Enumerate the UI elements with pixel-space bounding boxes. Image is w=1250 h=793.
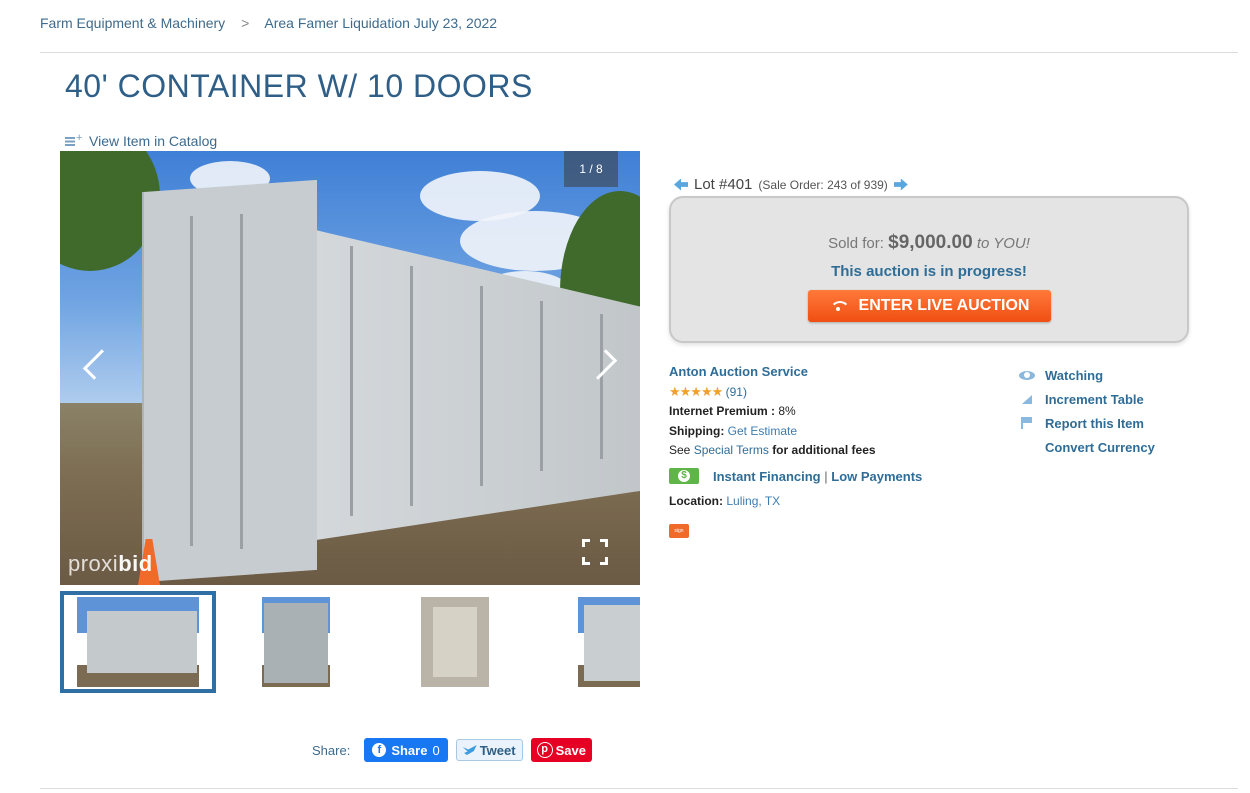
top-divider	[40, 52, 1238, 53]
lot-navigation: Lot #401 (Sale Order: 243 of 939)	[674, 176, 908, 193]
seller-rating[interactable]: ★★★★★ (91)	[669, 382, 999, 403]
facebook-share-button[interactable]: f Share 0	[364, 738, 448, 762]
view-catalog-link[interactable]: View Item in Catalog	[65, 132, 218, 149]
thumbnail-strip	[60, 591, 640, 693]
page-title: 40' CONTAINER W/ 10 DOORS	[65, 68, 533, 104]
proxibid-watermark: proxibid	[68, 551, 153, 576]
convert-currency-link[interactable]: Convert Currency	[1018, 435, 1155, 459]
prev-lot-icon[interactable]	[674, 178, 688, 191]
breadcrumb: Farm Equipment & Machinery > Area Famer …	[40, 15, 497, 31]
image-counter: 1 / 8	[564, 151, 618, 187]
tweet-button[interactable]: Tweet	[455, 739, 523, 761]
share-bar: Share: f Share 0 Tweet p Save	[312, 738, 592, 762]
facebook-share-count: 0	[432, 742, 440, 758]
bid-panel: Sold for: $9,000.00 to YOU! This auction…	[669, 196, 1189, 343]
seller-info: Anton Auction Service ★★★★★ (91) Interne…	[669, 362, 999, 538]
catalog-list-icon	[65, 132, 85, 147]
increment-table-link[interactable]: Increment Table	[1018, 387, 1155, 411]
instant-financing-link[interactable]: Instant Financing	[713, 469, 821, 484]
flag-icon	[1018, 417, 1036, 429]
seller-name-link[interactable]: Anton Auction Service	[669, 362, 999, 382]
internet-premium: Internet Premium : 8%	[669, 404, 796, 418]
fullscreen-icon[interactable]	[582, 539, 608, 565]
rating-stars-icon: ★★★★★	[669, 383, 723, 399]
main-photo[interactable]: 1 / 8 proxibid	[60, 151, 640, 585]
facebook-icon: f	[372, 743, 387, 757]
breadcrumb-category[interactable]: Farm Equipment & Machinery	[40, 15, 225, 31]
increment-icon	[1018, 393, 1036, 405]
next-image-icon[interactable]	[594, 341, 624, 387]
bottom-divider	[40, 788, 1238, 789]
sold-price-line: Sold for: $9,000.00 to YOU!	[828, 232, 1030, 253]
eye-icon	[1018, 369, 1036, 381]
rating-count: (91)	[725, 384, 747, 399]
enter-live-auction-button[interactable]: ENTER LIVE AUCTION	[807, 290, 1051, 322]
thumbnail-2[interactable]	[261, 591, 331, 693]
sign-badge-icon[interactable]: sign	[669, 523, 689, 538]
pinterest-icon: p	[536, 742, 553, 758]
breadcrumb-auction[interactable]: Area Famer Liquidation July 23, 2022	[264, 15, 497, 31]
financing-row: Instant Financing | Low Payments	[669, 467, 999, 487]
low-payments-link[interactable]: Low Payments	[831, 469, 922, 484]
next-lot-icon[interactable]	[893, 178, 908, 191]
get-estimate-link[interactable]: Get Estimate	[728, 424, 797, 438]
watching-link[interactable]: Watching	[1018, 363, 1155, 387]
report-item-link[interactable]: Report this Item	[1018, 411, 1155, 435]
location-link[interactable]: Luling, TX	[726, 494, 780, 508]
location-row: Location: Luling, TX	[669, 494, 781, 508]
special-terms-link[interactable]: Special Terms	[694, 443, 769, 457]
thumbnail-4[interactable]	[578, 591, 640, 693]
thumbnail-1[interactable]	[60, 591, 216, 693]
sold-amount: $9,000.00	[888, 232, 973, 253]
twitter-bird-icon	[462, 745, 477, 755]
breadcrumb-separator: >	[241, 15, 250, 31]
container-photo	[60, 151, 640, 585]
share-label: Share:	[312, 742, 351, 758]
prev-image-icon[interactable]	[76, 341, 106, 387]
lot-number: Lot #401	[694, 176, 753, 193]
money-icon	[669, 468, 699, 485]
special-terms-row: See Special Terms for additional fees	[669, 443, 876, 457]
live-signal-icon	[829, 301, 850, 311]
sale-order: (Sale Order: 243 of 939)	[758, 177, 888, 192]
shipping-row: Shipping: Get Estimate	[669, 423, 798, 438]
auction-status: This auction is in progress!	[831, 263, 1027, 280]
view-catalog-label: View Item in Catalog	[89, 133, 218, 149]
pinterest-save-button[interactable]: p Save	[530, 738, 592, 762]
item-actions: Watching Increment Table Report this Ite…	[1018, 363, 1155, 459]
thumbnail-3[interactable]	[420, 591, 490, 693]
